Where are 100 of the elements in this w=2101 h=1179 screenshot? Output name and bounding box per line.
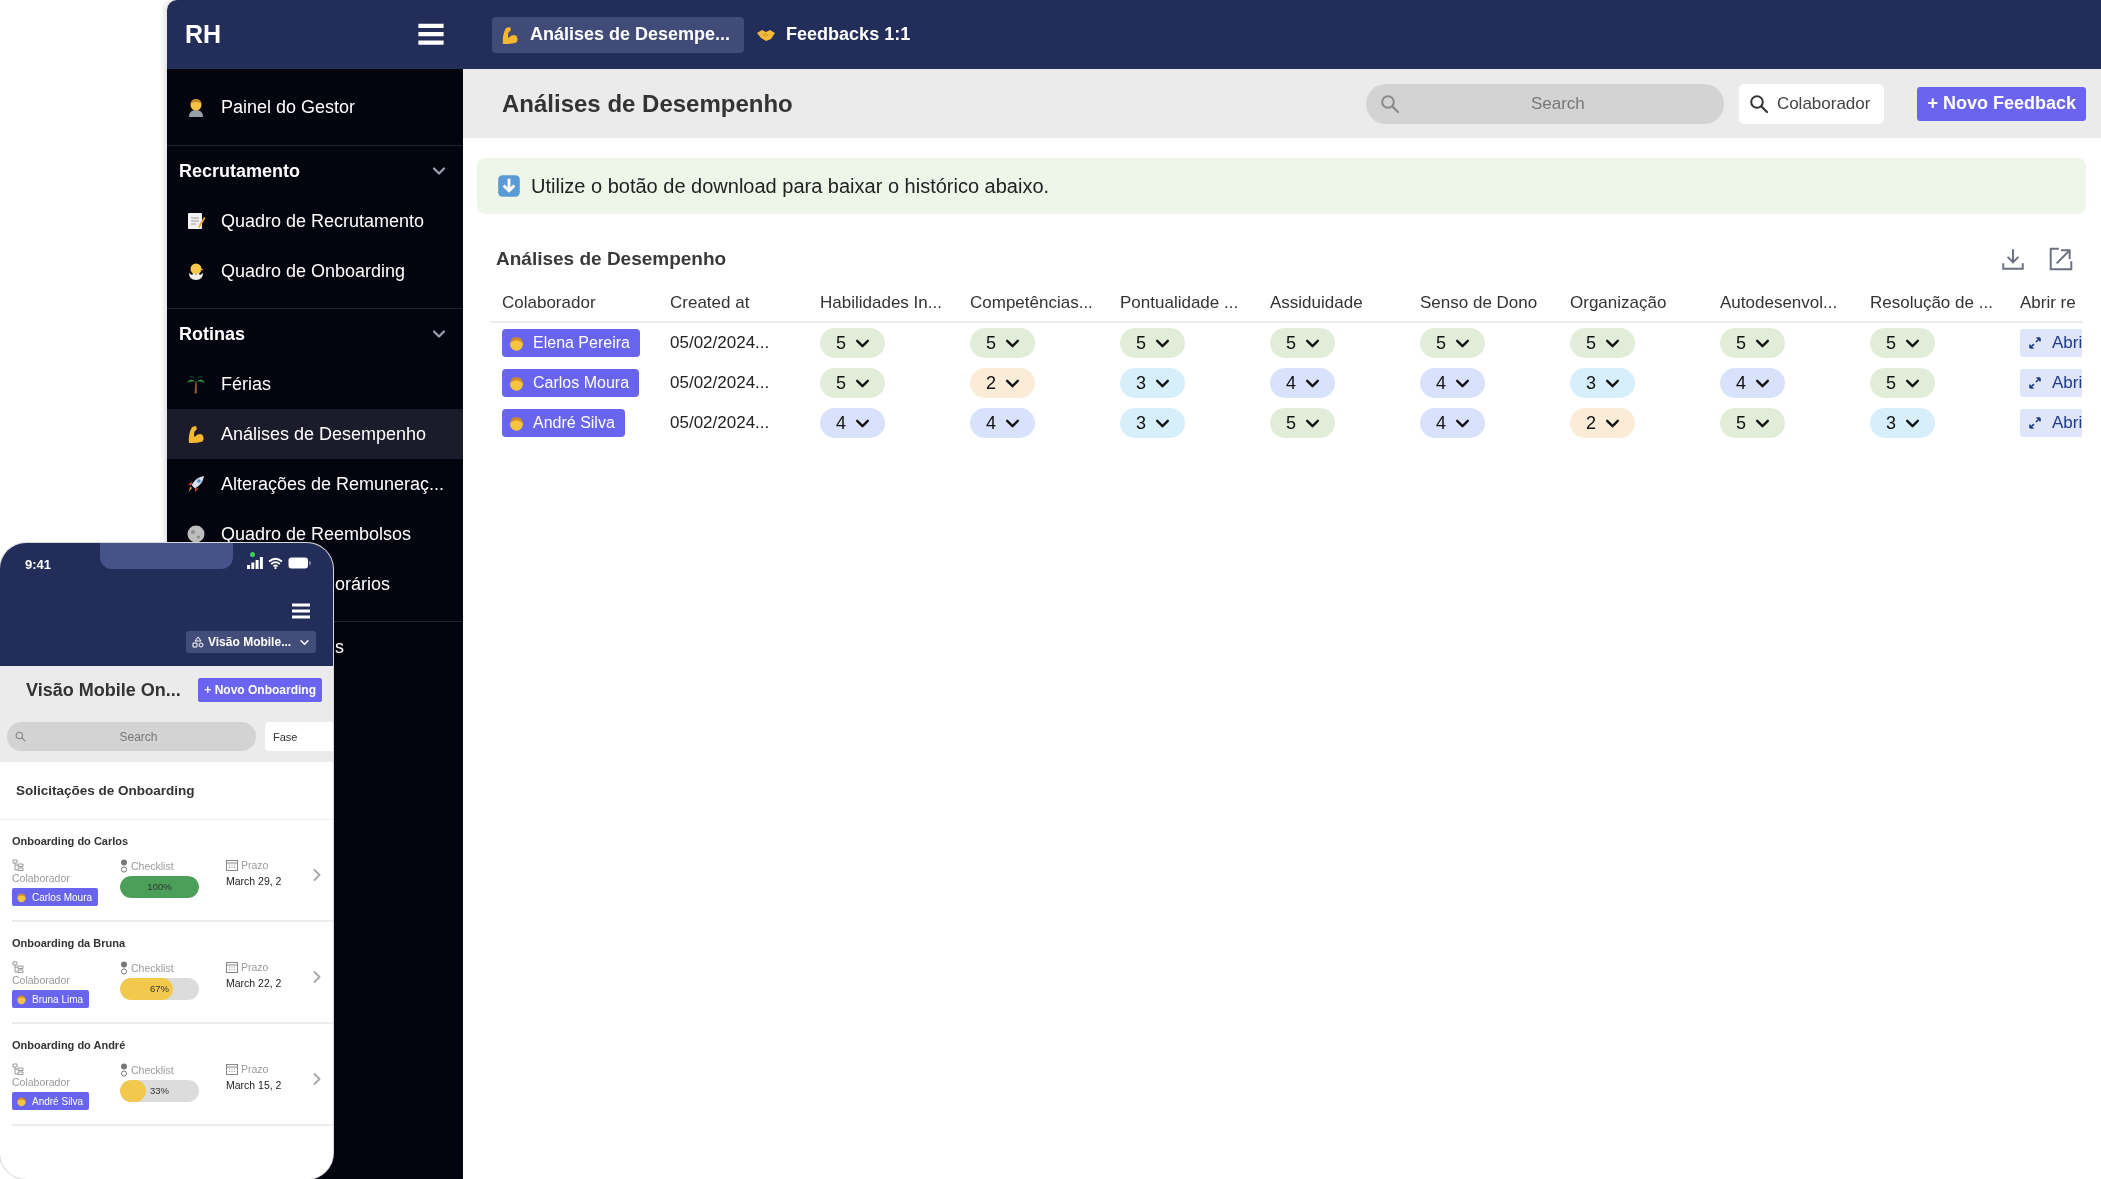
notepad-icon: [186, 211, 206, 231]
calendar-icon: [226, 961, 238, 973]
card-title: Onboarding da Bruna: [12, 937, 127, 949]
collaborator-tag[interactable]: Carlos Moura: [502, 369, 640, 397]
menu-button[interactable]: [417, 23, 445, 46]
column-header: Colaborador: [490, 285, 658, 323]
section-header: Rotinas: [179, 323, 245, 345]
search-icon: [15, 731, 26, 742]
collaborator-tag[interactable]: Bruna Lima: [12, 990, 90, 1008]
field-label: Checklist: [131, 1064, 174, 1076]
sidebar-item[interactable]: Quadro de Recrutamento: [186, 210, 425, 232]
table-cell: 05/02/2024...: [670, 373, 770, 393]
rating-select[interactable]: 5: [1870, 328, 1935, 358]
field-label: Colaborador: [12, 1076, 71, 1088]
rating-select[interactable]: 2: [970, 368, 1035, 398]
search-field[interactable]: Search: [1365, 83, 1724, 124]
sidebar-item[interactable]: Painel do Gestor: [186, 96, 356, 118]
column-header: Abrir re: [2008, 285, 2083, 323]
calendar-icon: [226, 859, 238, 871]
rating-select[interactable]: 3: [1120, 368, 1185, 398]
open-button[interactable]: Abri: [2020, 329, 2083, 357]
rating-select[interactable]: 5: [1270, 328, 1335, 358]
field-label: Prazo: [241, 961, 269, 973]
rating-select[interactable]: 5: [1720, 328, 1785, 358]
rating-select[interactable]: 5: [970, 328, 1035, 358]
card-title: Onboarding do Carlos: [12, 835, 130, 847]
sidebar-item[interactable]: orários: [335, 573, 391, 595]
rating-select[interactable]: 2: [1570, 408, 1635, 438]
rating-select[interactable]: 4: [1420, 408, 1485, 438]
column-header: Habilidades In...: [808, 285, 958, 323]
phase-select[interactable]: Fase: [265, 722, 333, 751]
sidebar-item[interactable]: Alterações de Remuneraç...: [186, 473, 445, 495]
rating-select[interactable]: 4: [1420, 368, 1485, 398]
rating-select[interactable]: 5: [820, 368, 885, 398]
sidebar-item[interactable]: Análises de Desempenho: [167, 409, 463, 459]
table-cell: 05/02/2024...: [670, 333, 770, 353]
sidebar-item[interactable]: Quadro de Onboarding: [186, 260, 406, 282]
download-button[interactable]: [2000, 246, 2026, 272]
menu-button[interactable]: [291, 603, 311, 619]
progress-label: 100%: [146, 881, 173, 892]
palm-tree-icon: [186, 374, 206, 394]
export-button[interactable]: [2048, 246, 2074, 272]
rating-select[interactable]: 5: [1870, 368, 1935, 398]
search-icon: [1379, 93, 1400, 114]
rating-select[interactable]: 3: [1570, 368, 1635, 398]
new-onboarding-button[interactable]: + Novo Onboarding: [198, 678, 322, 702]
person-icon: [186, 97, 206, 117]
collaborator-tag[interactable]: Elena Pereira: [502, 329, 640, 357]
collaborator-tag[interactable]: André Silva: [502, 409, 625, 437]
column-header: Organização: [1558, 285, 1708, 323]
column-header: Assiduidade: [1258, 285, 1408, 323]
checklist-icon: [120, 859, 128, 873]
person-icon: [16, 891, 27, 903]
expand-icon: [2028, 336, 2042, 350]
column-header: Created at: [658, 285, 808, 323]
sidebar-item[interactable]: Férias: [186, 373, 271, 395]
rating-select[interactable]: 5: [1270, 408, 1335, 438]
person-icon: [16, 993, 27, 1005]
table-cell: 05/02/2024...: [670, 413, 770, 433]
signal-icon: [247, 557, 263, 569]
field-label: Checklist: [131, 962, 174, 974]
person-icon: [508, 374, 525, 392]
filter-button[interactable]: Colaborador: [1738, 83, 1885, 124]
view-select[interactable]: Visão Mobile...: [186, 631, 316, 653]
tab[interactable]: Análises de Desempe...: [492, 16, 745, 53]
field-label: Prazo: [241, 859, 269, 871]
rating-select[interactable]: 4: [1720, 368, 1785, 398]
card-title: Onboarding do André: [12, 1039, 127, 1051]
org-chart-icon: [12, 1063, 24, 1075]
field-label: Checklist: [131, 860, 174, 872]
rating-select[interactable]: 5: [820, 328, 885, 358]
sidebar-item[interactable]: s: [335, 636, 344, 658]
new-feedback-button[interactable]: + Novo Feedback: [1917, 86, 2086, 121]
rating-select[interactable]: 5: [1120, 328, 1185, 358]
column-header: Senso de Dono: [1408, 285, 1558, 323]
tab[interactable]: Feedbacks 1:1: [748, 16, 925, 53]
rating-select[interactable]: 5: [1570, 328, 1635, 358]
rating-select[interactable]: 3: [1870, 408, 1935, 438]
collaborator-tag[interactable]: Carlos Moura: [12, 888, 99, 906]
rating-select[interactable]: 5: [1720, 408, 1785, 438]
expand-icon: [2028, 376, 2042, 390]
column-header: Resolução de ...: [1858, 285, 2008, 323]
download-icon: [2000, 246, 2026, 272]
open-button[interactable]: Abri: [2020, 369, 2083, 397]
calendar-icon: [226, 1063, 238, 1075]
field-label: Colaborador: [12, 872, 71, 884]
rating-select[interactable]: 5: [1420, 328, 1485, 358]
section-header: Recrutamento: [179, 160, 301, 182]
battery-icon: [288, 557, 311, 569]
collaborator-tag[interactable]: André Silva: [12, 1092, 90, 1110]
open-button[interactable]: Abri: [2020, 409, 2083, 437]
sidebar-item[interactable]: Quadro de Reembolsos: [186, 523, 412, 545]
rating-select[interactable]: 4: [1270, 368, 1335, 398]
rating-select[interactable]: 3: [1120, 408, 1185, 438]
rating-select[interactable]: 4: [970, 408, 1035, 438]
rating-select[interactable]: 4: [820, 408, 885, 438]
search-field[interactable]: Search: [7, 722, 256, 751]
column-header: Competências...: [958, 285, 1108, 323]
person-icon: [16, 1095, 27, 1107]
column-header: Pontualidade ...: [1108, 285, 1258, 323]
